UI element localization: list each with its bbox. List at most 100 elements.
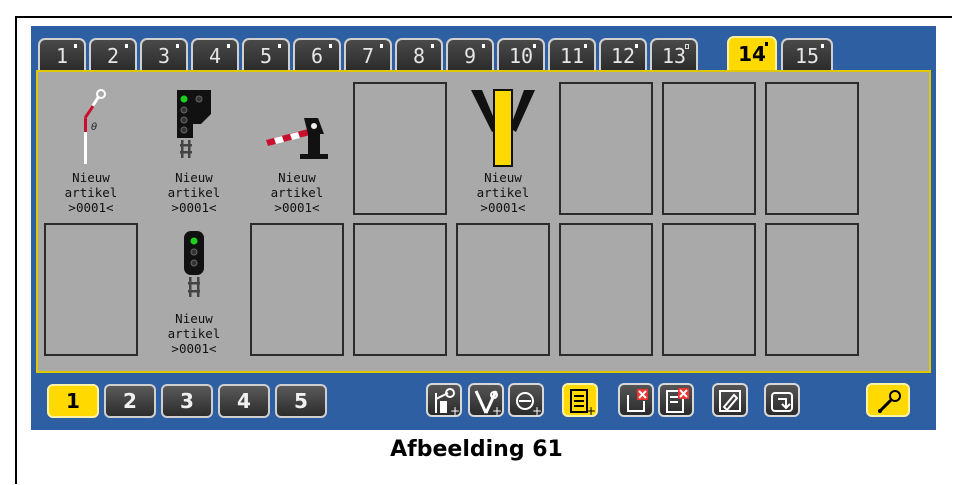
tab-10[interactable]: 10 — [497, 38, 545, 72]
add-signal-icon: + — [516, 392, 542, 415]
svg-text:+: + — [532, 404, 542, 415]
article-label-line: artikel — [476, 185, 530, 200]
tab-9[interactable]: 9 — [446, 38, 494, 72]
tab-marker — [482, 44, 485, 48]
tab-label: 6 — [310, 44, 324, 68]
move-icon — [771, 392, 793, 412]
tab-marker — [176, 44, 179, 48]
tab-marker — [431, 44, 434, 48]
tab-marker — [533, 44, 536, 48]
dwarf-signal-icon — [179, 229, 209, 313]
article-label-line: artikel — [270, 185, 324, 200]
article-label-line: >0001< — [68, 200, 114, 215]
article-label-line: >0001< — [274, 200, 320, 215]
svg-text:+: + — [586, 404, 596, 415]
article-label-line: Nieuw — [484, 170, 522, 185]
empty-slot[interactable] — [456, 223, 550, 356]
article-label: Nieuw artikel >0001< — [456, 170, 550, 215]
article-slot[interactable]: Nieuw artikel >0001< — [147, 223, 241, 356]
add-semaphore-icon: + — [435, 388, 460, 415]
delete-list-icon — [666, 388, 689, 413]
article-slot[interactable]: Nieuw artikel >0001< — [147, 82, 241, 215]
tab-3[interactable]: 3 — [140, 38, 188, 72]
tab-14[interactable]: 14 — [727, 36, 777, 74]
switch-icon — [468, 88, 538, 172]
tab-marker — [227, 44, 230, 48]
edit-button[interactable] — [712, 383, 748, 417]
page-button-2[interactable]: 2 — [104, 384, 156, 418]
tab-label: 2 — [106, 44, 120, 68]
tab-label: 5 — [259, 44, 273, 68]
svg-text:+: + — [450, 404, 460, 415]
move-button[interactable] — [764, 383, 800, 417]
tab-8[interactable]: 8 — [395, 38, 443, 72]
svg-text:+: + — [492, 404, 502, 415]
tab-label: 15 — [794, 44, 820, 68]
empty-slot[interactable] — [353, 82, 447, 215]
tab-label: 4 — [208, 44, 222, 68]
tab-marker — [278, 44, 281, 48]
tab-2[interactable]: 2 — [89, 38, 137, 72]
article-slot[interactable]: θ Nieuw artikel >0001< — [44, 82, 138, 215]
tab-4[interactable]: 4 — [191, 38, 239, 72]
delete-item-button[interactable] — [618, 383, 654, 417]
empty-slot[interactable] — [44, 223, 138, 356]
article-label-line: Nieuw — [175, 170, 213, 185]
empty-slot[interactable] — [765, 82, 859, 215]
add-list-button[interactable]: + — [562, 383, 598, 417]
tab-marker — [584, 44, 587, 48]
article-label-line: Nieuw — [278, 170, 316, 185]
article-slot[interactable]: Nieuw artikel >0001< — [250, 82, 344, 215]
page-button-1[interactable]: 1 — [47, 384, 99, 418]
tab-marker — [380, 44, 383, 48]
article-label: Nieuw artikel >0001< — [44, 170, 138, 215]
page-button-4[interactable]: 4 — [218, 384, 270, 418]
tab-label: 10 — [508, 44, 534, 68]
settings-wrench-button[interactable] — [866, 383, 910, 417]
add-switch-button[interactable]: + — [468, 383, 504, 417]
add-signal-button[interactable]: + — [508, 383, 544, 417]
empty-slot[interactable] — [662, 82, 756, 215]
tab-label: 12 — [610, 44, 636, 68]
empty-slot[interactable] — [662, 223, 756, 356]
tab-bar: 1 2 3 4 5 6 7 8 9 10 11 12 13 14 15 — [31, 26, 936, 74]
page-button-5[interactable]: 5 — [275, 384, 327, 418]
keyboard-window: 1 2 3 4 5 6 7 8 9 10 11 12 13 14 15 θ Nieuw artikel >0001… — [31, 26, 936, 430]
article-label-line: artikel — [167, 326, 221, 341]
article-label: Nieuw artikel >0001< — [147, 170, 241, 215]
empty-slot[interactable] — [559, 223, 653, 356]
tab-1[interactable]: 1 — [38, 38, 86, 72]
figure-caption: Afbeelding 61 — [390, 437, 563, 462]
article-label-line: artikel — [167, 185, 221, 200]
tab-marker — [125, 44, 128, 48]
bottom-toolbar: 1 2 3 4 5 + + + + — [31, 376, 936, 430]
delete-list-button[interactable] — [658, 383, 694, 417]
tab-6[interactable]: 6 — [293, 38, 341, 72]
add-semaphore-button[interactable]: + — [426, 383, 462, 417]
article-grid: θ Nieuw artikel >0001< Nieuw artikel >0001< N… — [36, 70, 931, 373]
settings-wrench-icon — [878, 390, 901, 413]
tab-label: 7 — [361, 44, 375, 68]
article-label: Nieuw artikel >0001< — [250, 170, 344, 215]
tab-13[interactable]: 13 — [650, 38, 698, 72]
empty-slot[interactable] — [765, 223, 859, 356]
tab-15[interactable]: 15 — [781, 38, 833, 72]
tab-7[interactable]: 7 — [344, 38, 392, 72]
add-list-icon: + — [570, 389, 596, 415]
tab-label: 3 — [157, 44, 171, 68]
tab-label: 14 — [738, 42, 766, 66]
empty-slot[interactable] — [559, 82, 653, 215]
empty-slot[interactable] — [250, 223, 344, 356]
svg-text:θ: θ — [91, 122, 97, 133]
tab-label: 13 — [661, 44, 687, 68]
tab-12[interactable]: 12 — [599, 38, 647, 72]
empty-slot[interactable] — [353, 223, 447, 356]
tab-5[interactable]: 5 — [242, 38, 290, 72]
tab-label: 1 — [55, 44, 69, 68]
tab-marker — [635, 44, 638, 48]
tab-11[interactable]: 11 — [548, 38, 596, 72]
tab-marker — [685, 44, 689, 49]
article-label-line: artikel — [64, 185, 118, 200]
article-slot[interactable]: Nieuw artikel >0001< — [456, 82, 550, 215]
page-button-3[interactable]: 3 — [161, 384, 213, 418]
